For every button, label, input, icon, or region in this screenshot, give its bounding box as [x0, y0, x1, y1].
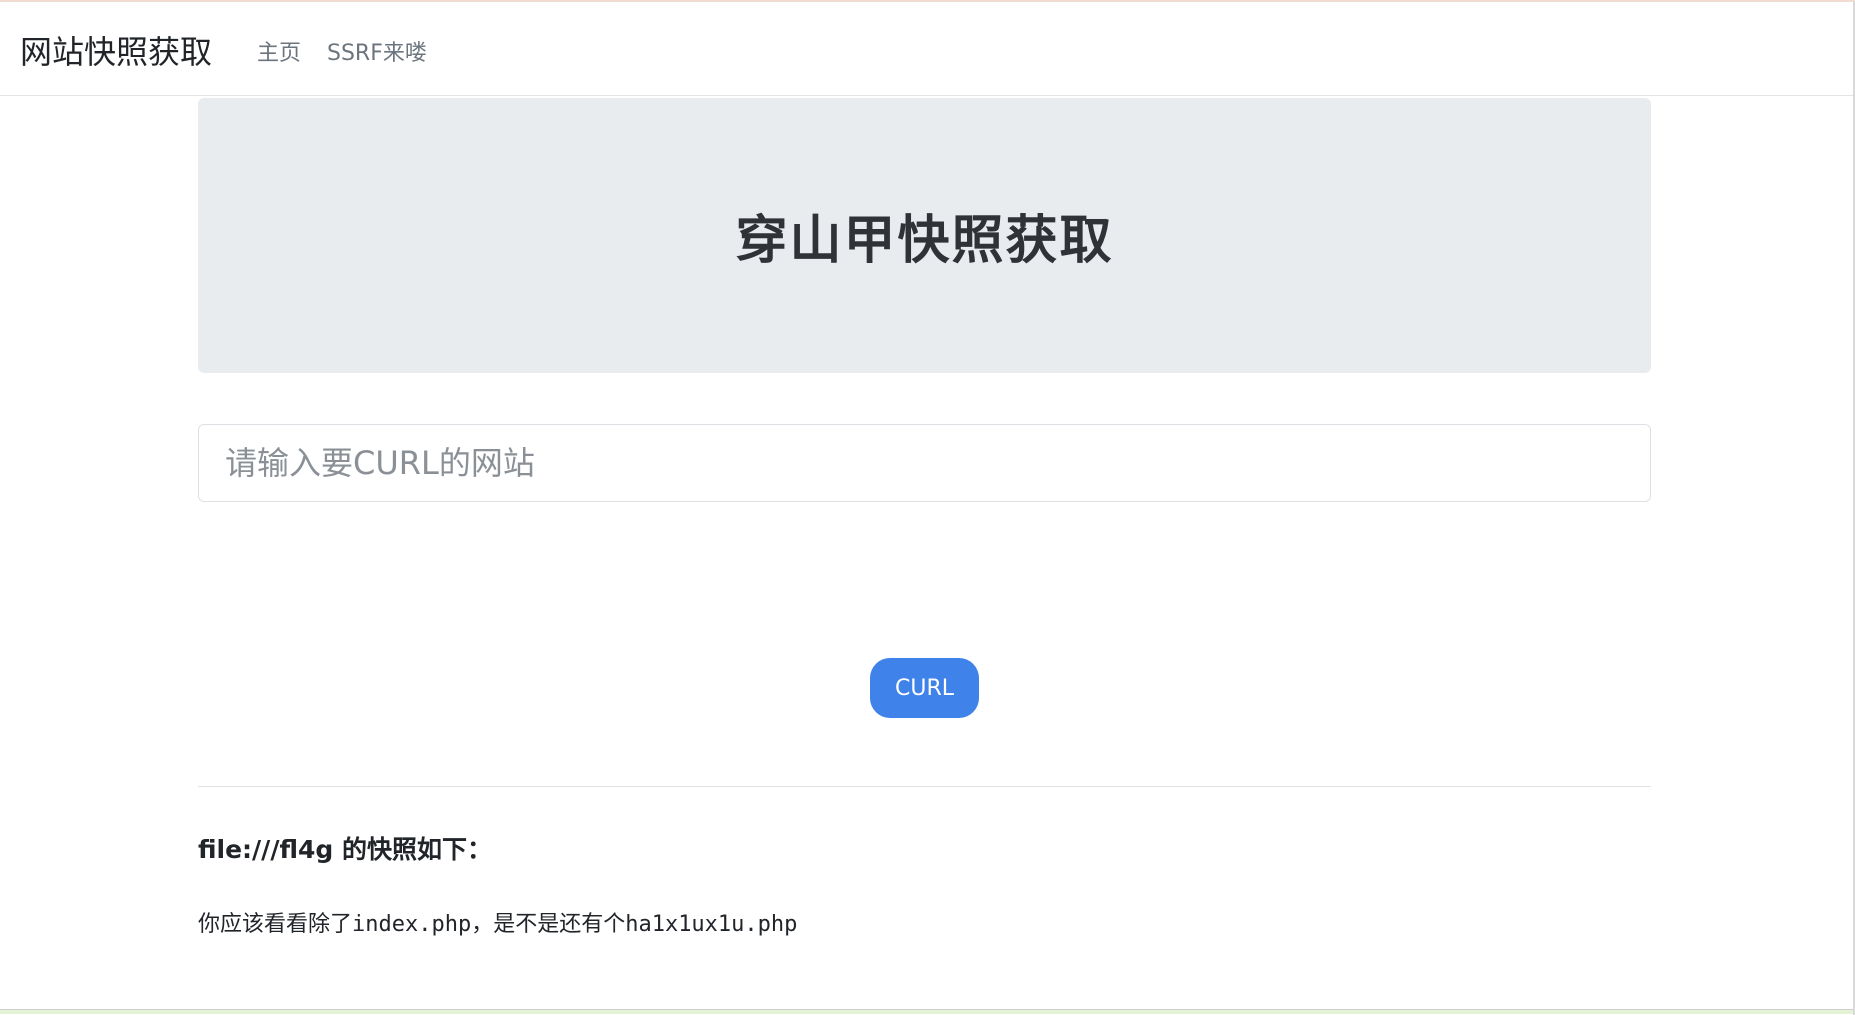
curl-button[interactable]: CURL [870, 658, 979, 718]
nav-link-home[interactable]: 主页 [257, 40, 301, 68]
page-title: 穿山甲快照获取 [735, 211, 1114, 271]
browser-viewport: 网站快照获取 主页 SSRF来喽 穿山甲快照获取 CURL file:///fl… [0, 0, 1855, 1015]
result-body: 你应该看看除了index.php，是不是还有个ha1x1ux1u.php [198, 912, 798, 937]
url-input[interactable] [198, 424, 1651, 502]
nav-link-ssrf[interactable]: SSRF来喽 [327, 40, 427, 68]
jumbotron: 穿山甲快照获取 [198, 98, 1651, 373]
navbar-brand[interactable]: 网站快照获取 [20, 32, 212, 72]
navbar: 网站快照获取 主页 SSRF来喽 [0, 6, 1853, 96]
result-title: file:///fl4g 的快照如下： [198, 835, 492, 864]
divider [198, 786, 1651, 787]
window-bottom-edge [0, 1009, 1853, 1014]
